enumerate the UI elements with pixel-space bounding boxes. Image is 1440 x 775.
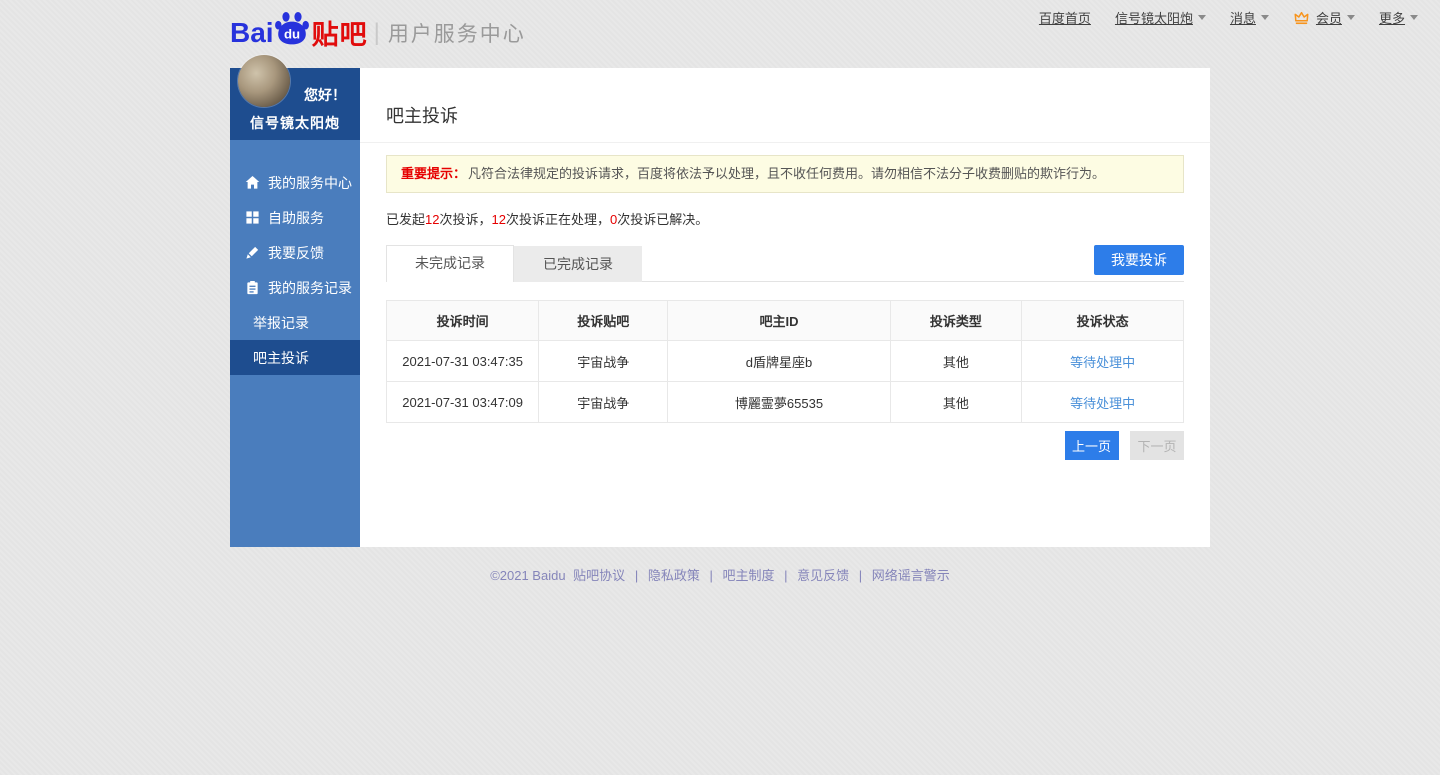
cell-type: 其他	[890, 341, 1022, 382]
nav-username-label: 信号镜太阳炮	[1115, 8, 1193, 27]
baidu-paw-icon: du	[274, 9, 310, 50]
logo-text-tieba: 贴吧	[312, 13, 368, 52]
baidu-tieba-logo[interactable]: Bai du 贴吧 | 用户服务中心	[230, 12, 526, 53]
footer-link-rumor-warning[interactable]: 网络谣言警示	[872, 568, 950, 583]
sidebar-menu: 我的服务中心 自助服务 我要反馈 我的服务记录 举	[230, 140, 360, 375]
cell-tieba: 宇宙战争	[539, 341, 668, 382]
nav-baidu-home-label: 百度首页	[1039, 8, 1091, 27]
logo-subtitle: 用户服务中心	[388, 18, 526, 48]
status-link[interactable]: 等待处理中	[1070, 355, 1135, 370]
sidebar-item-label: 我要反馈	[268, 243, 324, 263]
col-header-status: 投诉状态	[1022, 301, 1184, 341]
stats-text: 次投诉已解决。	[617, 212, 708, 227]
status-link[interactable]: 等待处理中	[1070, 396, 1135, 411]
top-nav: 百度首页 信号镜太阳炮 消息 会员 更	[1039, 8, 1418, 27]
chevron-down-icon	[1198, 15, 1206, 20]
nav-more-dropdown[interactable]: 更多	[1379, 8, 1418, 27]
page-title: 吧主投诉	[360, 68, 1210, 143]
notice-label: 重要提示：	[401, 166, 466, 181]
stats-processing-count: 12	[492, 212, 506, 227]
logo-text-bai: Bai	[230, 17, 274, 49]
footer-link-bazhu-system[interactable]: 吧主制度	[722, 568, 774, 583]
nav-username-dropdown[interactable]: 信号镜太阳炮	[1115, 8, 1206, 27]
user-avatar[interactable]	[238, 55, 290, 107]
chevron-down-icon	[1261, 15, 1269, 20]
sidebar-item-bazhu-complaint[interactable]: 吧主投诉	[230, 340, 360, 375]
svg-text:du: du	[284, 26, 300, 41]
chevron-down-icon	[1347, 15, 1355, 20]
cell-owner-id: 博麗霊夢65535	[668, 382, 890, 423]
col-header-time: 投诉时间	[387, 301, 539, 341]
table-header-row: 投诉时间 投诉贴吧 吧主ID 投诉类型 投诉状态	[387, 301, 1184, 341]
footer-link-agreement[interactable]: 贴吧协议	[573, 568, 625, 583]
tab-finished-records[interactable]: 已完成记录	[514, 246, 642, 282]
tab-unfinished-records[interactable]: 未完成记录	[386, 245, 514, 282]
nav-baidu-home-link[interactable]: 百度首页	[1039, 8, 1091, 27]
pagination: 上一页 下一页	[386, 431, 1184, 460]
prev-page-button[interactable]: 上一页	[1065, 431, 1119, 460]
sidebar-item-self-service[interactable]: 自助服务	[230, 200, 360, 235]
stats-text: 已发起	[386, 212, 425, 227]
notice-text: 凡符合法律规定的投诉请求，百度将依法予以处理，且不收任何费用。请勿相信不法分子收…	[468, 166, 1105, 181]
sidebar: 您好！ 信号镜太阳炮 我的服务中心 自助服务 我要反馈	[230, 68, 360, 547]
pencil-icon	[245, 245, 260, 260]
member-crown-icon	[1293, 10, 1310, 28]
nav-more-label: 更多	[1379, 8, 1405, 27]
complaint-stats: 已发起12次投诉，12次投诉正在处理，0次投诉已解决。	[386, 209, 1184, 228]
footer-link-feedback[interactable]: 意见反馈	[797, 568, 849, 583]
clipboard-icon	[245, 280, 260, 295]
sidebar-item-label: 吧主投诉	[253, 348, 309, 368]
col-header-tieba: 投诉贴吧	[539, 301, 668, 341]
cell-time: 2021-07-31 03:47:09	[387, 382, 539, 423]
sidebar-item-service-center[interactable]: 我的服务中心	[230, 165, 360, 200]
sidebar-item-service-records[interactable]: 我的服务记录	[230, 270, 360, 305]
col-header-type: 投诉类型	[890, 301, 1022, 341]
grid-icon	[245, 210, 260, 225]
stats-text: 次投诉正在处理，	[506, 212, 610, 227]
user-info-box: 您好！ 信号镜太阳炮	[230, 68, 360, 140]
cell-owner-id: d盾牌星座b	[668, 341, 890, 382]
cell-type: 其他	[890, 382, 1022, 423]
sidebar-item-label: 举报记录	[253, 313, 309, 333]
cell-time: 2021-07-31 03:47:35	[387, 341, 539, 382]
content-card: 吧主投诉 重要提示：凡符合法律规定的投诉请求，百度将依法予以处理，且不收任何费用…	[360, 68, 1210, 547]
nav-messages-label: 消息	[1230, 8, 1256, 27]
sidebar-item-label: 我的服务记录	[268, 278, 352, 298]
stats-total-count: 12	[425, 212, 439, 227]
important-notice: 重要提示：凡符合法律规定的投诉请求，百度将依法予以处理，且不收任何费用。请勿相信…	[386, 155, 1184, 193]
footer-separator: |	[859, 568, 862, 583]
home-icon	[245, 175, 260, 190]
footer-separator: |	[635, 568, 638, 583]
next-page-button[interactable]: 下一页	[1130, 431, 1184, 460]
greeting-text: 您好！	[304, 85, 346, 105]
footer-separator: |	[784, 568, 787, 583]
footer-separator: |	[709, 568, 712, 583]
sidebar-item-label: 我的服务中心	[268, 173, 352, 193]
col-header-owner-id: 吧主ID	[668, 301, 890, 341]
copyright-text: ©2021 Baidu	[490, 568, 565, 583]
cell-status: 等待处理中	[1022, 382, 1184, 423]
footer-link-privacy[interactable]: 隐私政策	[648, 568, 700, 583]
table-row: 2021-07-31 03:47:09 宇宙战争 博麗霊夢65535 其他 等待…	[387, 382, 1184, 423]
cell-tieba: 宇宙战争	[539, 382, 668, 423]
header: Bai du 贴吧 | 用户服务中心 百度首页 信号镜太阳炮	[0, 0, 1440, 68]
logo-separator: |	[374, 19, 380, 47]
sidebar-item-label: 自助服务	[268, 208, 324, 228]
nav-member-dropdown[interactable]: 会员	[1293, 8, 1355, 27]
complain-button[interactable]: 我要投诉	[1094, 245, 1184, 275]
stats-text: 次投诉，	[439, 212, 491, 227]
sidebar-item-report-records[interactable]: 举报记录	[230, 305, 360, 340]
sidebar-item-feedback[interactable]: 我要反馈	[230, 235, 360, 270]
footer: ©2021 Baidu 贴吧协议 | 隐私政策 | 吧主制度 | 意见反馈 | …	[0, 565, 1440, 584]
chevron-down-icon	[1410, 15, 1418, 20]
complaints-table: 投诉时间 投诉贴吧 吧主ID 投诉类型 投诉状态 2021-07-31 03:4…	[386, 300, 1184, 423]
cell-status: 等待处理中	[1022, 341, 1184, 382]
tab-bar: 未完成记录 已完成记录 我要投诉	[386, 245, 1184, 282]
sidebar-username: 信号镜太阳炮	[230, 113, 360, 133]
nav-messages-dropdown[interactable]: 消息	[1230, 8, 1269, 27]
table-row: 2021-07-31 03:47:35 宇宙战争 d盾牌星座b 其他 等待处理中	[387, 341, 1184, 382]
nav-member-label: 会员	[1316, 8, 1342, 27]
page: Bai du 贴吧 | 用户服务中心 百度首页 信号镜太阳炮	[0, 0, 1440, 775]
